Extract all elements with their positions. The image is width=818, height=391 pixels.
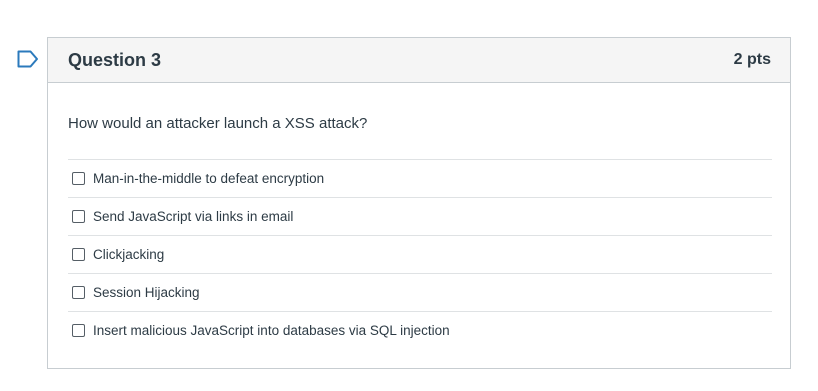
answer-checkbox[interactable] (72, 210, 85, 223)
answer-option[interactable]: Insert malicious JavaScript into databas… (68, 311, 772, 349)
answer-label[interactable]: Insert malicious JavaScript into databas… (93, 323, 450, 338)
question-header: Question 3 2 pts (48, 38, 790, 83)
answer-label[interactable]: Clickjacking (93, 247, 164, 262)
question-points: 2 pts (733, 51, 771, 68)
answer-label[interactable]: Session Hijacking (93, 285, 200, 300)
answer-checkbox[interactable] (72, 324, 85, 337)
answer-label[interactable]: Send JavaScript via links in email (93, 209, 293, 224)
question-body: How would an attacker launch a XSS attac… (48, 83, 790, 349)
quiz-page: Question 3 2 pts How would an attacker l… (0, 0, 818, 391)
flag-question-icon[interactable] (17, 50, 39, 68)
answer-option[interactable]: Session Hijacking (68, 273, 772, 311)
question-title: Question 3 (68, 49, 162, 70)
answer-checkbox[interactable] (72, 172, 85, 185)
question-text: How would an attacker launch a XSS attac… (68, 115, 368, 132)
answer-checkbox[interactable] (72, 248, 85, 261)
question-card: Question 3 2 pts How would an attacker l… (47, 37, 791, 369)
answer-option[interactable]: Man-in-the-middle to defeat encryption (68, 159, 772, 197)
answer-checkbox[interactable] (72, 286, 85, 299)
answer-list: Man-in-the-middle to defeat encryption S… (68, 159, 772, 349)
answer-option[interactable]: Clickjacking (68, 235, 772, 273)
answer-label[interactable]: Man-in-the-middle to defeat encryption (93, 171, 324, 186)
answer-option[interactable]: Send JavaScript via links in email (68, 197, 772, 235)
